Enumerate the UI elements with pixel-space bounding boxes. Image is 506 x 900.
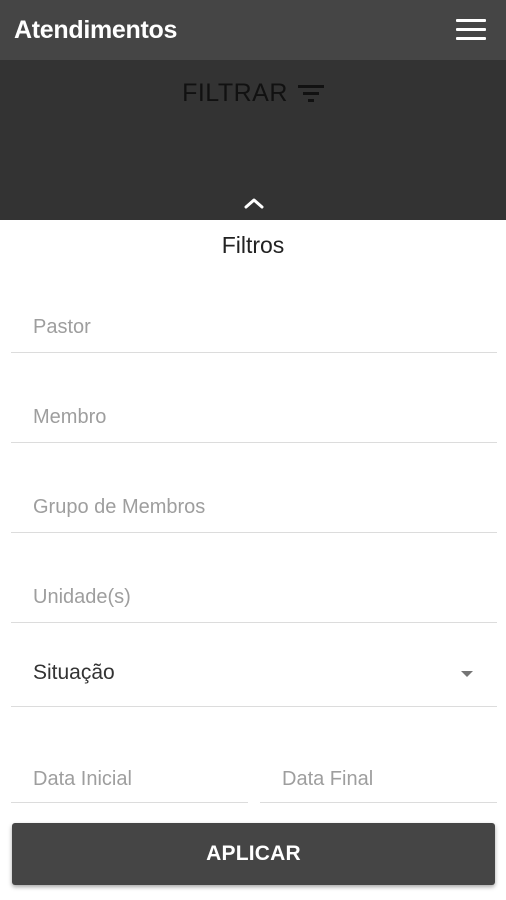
filter-toggle-label: FILTRAR bbox=[182, 78, 288, 107]
filters-title: Filtros bbox=[221, 232, 285, 258]
filter-list-icon bbox=[297, 84, 324, 102]
filter-panel: FILTRAR bbox=[0, 60, 506, 220]
unidades-field bbox=[11, 573, 497, 623]
chevron-up-icon[interactable] bbox=[243, 194, 265, 212]
dropdown-caret-icon bbox=[461, 671, 473, 677]
pastor-input[interactable] bbox=[11, 303, 497, 352]
grupo-membros-input[interactable] bbox=[11, 483, 497, 532]
membro-field bbox=[11, 393, 497, 443]
pastor-field bbox=[11, 303, 497, 353]
app-title: Atendimentos bbox=[14, 16, 178, 44]
membro-input[interactable] bbox=[11, 393, 497, 442]
data-final-field bbox=[260, 756, 497, 803]
situacao-select[interactable]: Situação bbox=[11, 645, 497, 707]
filter-toggle-button[interactable]: FILTRAR bbox=[0, 76, 506, 110]
data-inicial-field bbox=[11, 756, 248, 803]
apply-button[interactable]: APLICAR bbox=[12, 823, 495, 885]
hamburger-menu-icon[interactable] bbox=[456, 18, 486, 42]
data-final-input[interactable] bbox=[260, 756, 497, 802]
unidades-input[interactable] bbox=[11, 573, 497, 622]
data-inicial-input[interactable] bbox=[11, 756, 248, 802]
app-bar: Atendimentos bbox=[0, 0, 506, 60]
grupo-membros-field bbox=[11, 483, 497, 533]
situacao-select-value: Situação bbox=[33, 661, 115, 684]
